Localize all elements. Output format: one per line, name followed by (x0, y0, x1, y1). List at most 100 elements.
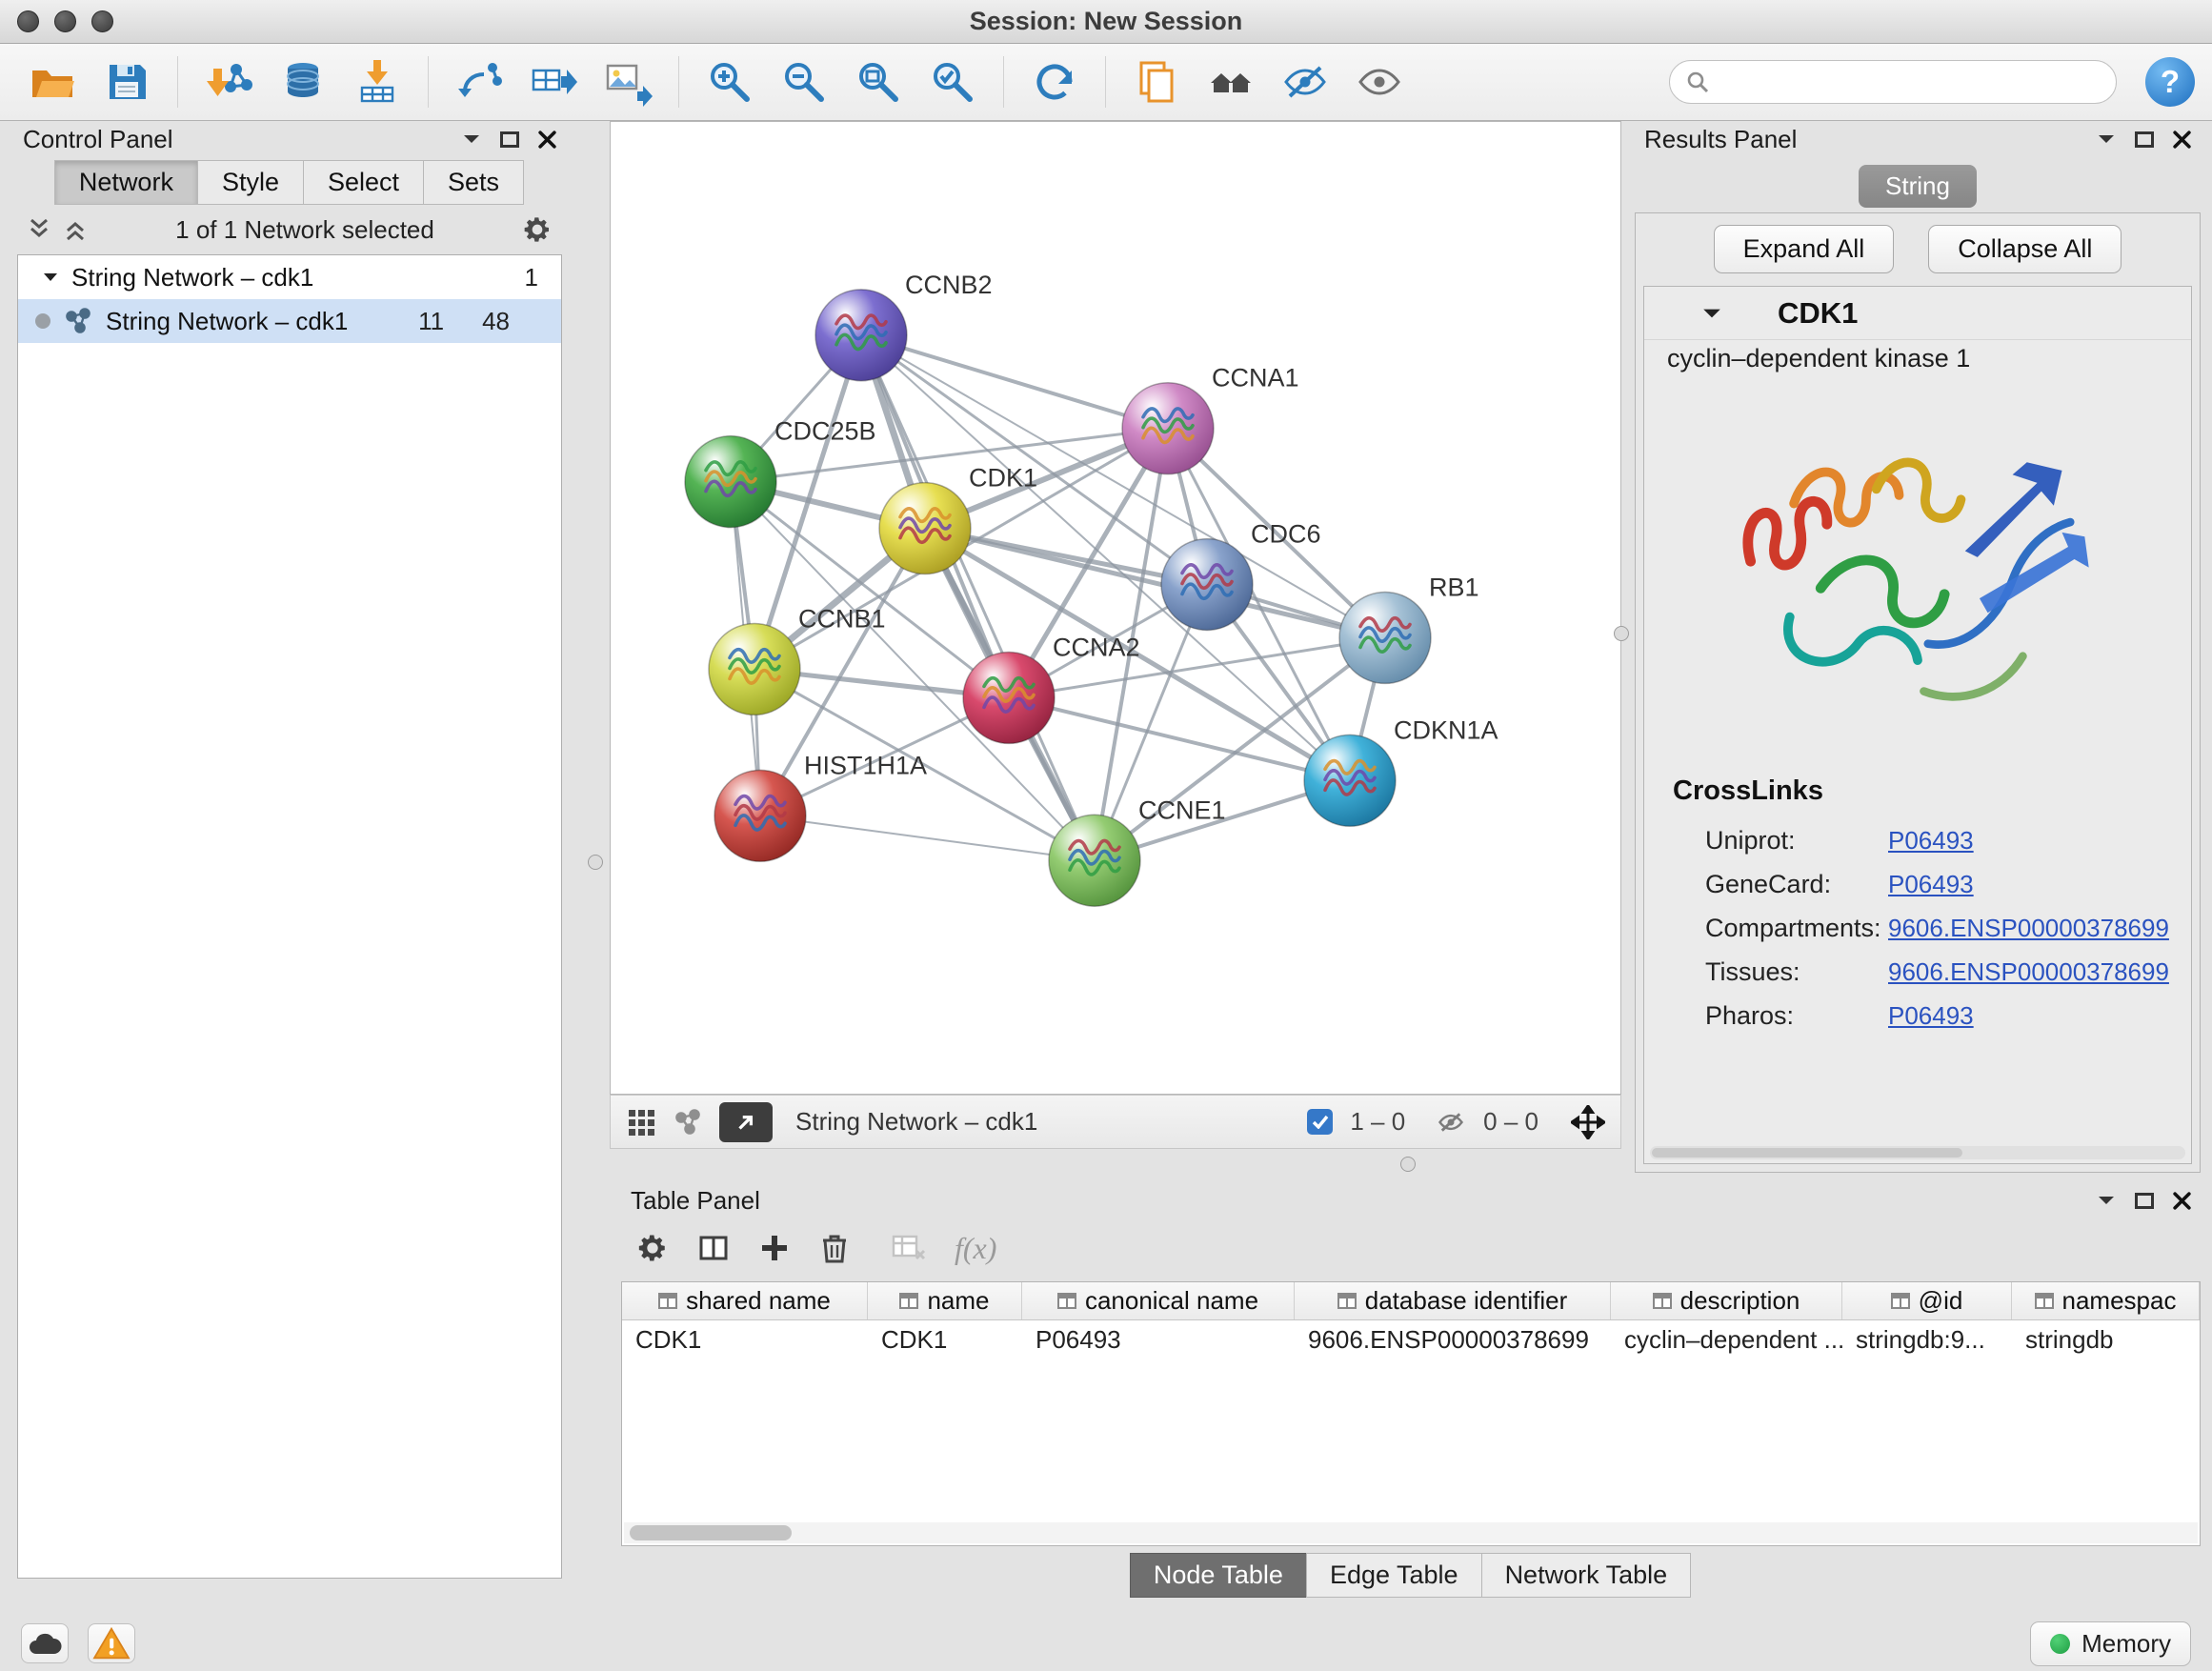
column-header[interactable]: shared name (622, 1282, 868, 1319)
panel-menu-icon[interactable] (462, 133, 481, 145)
birdseye-grid-icon[interactable] (626, 1107, 656, 1137)
expand-all-button[interactable]: Expand All (1714, 225, 1895, 273)
help-button[interactable]: ? (2145, 57, 2195, 107)
network-node-ccna1[interactable]: CCNA1 (1122, 364, 1298, 474)
cell-description[interactable]: cyclin–dependent ... (1611, 1320, 1842, 1359)
tab-select[interactable]: Select (303, 160, 424, 205)
import-network-database-button[interactable] (268, 51, 338, 112)
collection-disclosure-icon[interactable] (43, 272, 58, 283)
cell-database-identifier[interactable]: 9606.ENSP00000378699 (1295, 1320, 1611, 1359)
zoom-fit-button[interactable] (843, 51, 914, 112)
selected-nodes-checkbox[interactable] (1307, 1109, 1333, 1135)
save-session-button[interactable] (91, 51, 162, 112)
right-splitter-handle[interactable] (1614, 626, 1629, 641)
tab-network[interactable]: Network (54, 160, 198, 205)
cell-name[interactable]: CDK1 (868, 1320, 1022, 1359)
network-collection-row[interactable]: String Network – cdk1 1 (18, 255, 561, 299)
panel-close-icon[interactable] (2173, 1192, 2191, 1210)
tab-sets[interactable]: Sets (423, 160, 524, 205)
delete-column-trash-icon[interactable] (819, 1232, 850, 1264)
memory-button[interactable]: Memory (2030, 1621, 2191, 1666)
home-button[interactable] (1196, 51, 1266, 112)
column-header[interactable]: database identifier (1295, 1282, 1611, 1319)
panel-close-icon[interactable] (538, 131, 556, 149)
column-header[interactable]: namespac (2012, 1282, 2200, 1319)
import-network-file-button[interactable] (193, 51, 264, 112)
search-box[interactable] (1669, 60, 2117, 104)
hide-graphics-button[interactable] (1270, 51, 1340, 112)
uniprot-link[interactable]: P06493 (1888, 826, 1974, 856)
network-node-ccne1[interactable]: CCNE1 (1049, 795, 1225, 906)
network-row-selected[interactable]: String Network – cdk1 11 48 (18, 299, 561, 343)
collapse-tree-icon[interactable] (63, 217, 88, 242)
cell-shared-name[interactable]: CDK1 (622, 1320, 868, 1359)
export-image-button[interactable] (593, 51, 663, 112)
table-horizontal-scrollbar[interactable] (624, 1522, 2198, 1543)
network-graph[interactable]: CCNB2CCNA1CDC25BCDK1CDC6RB1CCNB1CCNA2CDK… (611, 122, 1620, 1094)
import-table-button[interactable] (342, 51, 412, 112)
tab-network-table[interactable]: Network Table (1481, 1553, 1692, 1598)
panel-close-icon[interactable] (2173, 131, 2191, 149)
network-node-cdkn1a[interactable]: CDKN1A (1304, 715, 1498, 826)
tissues-link[interactable]: 9606.ENSP00000378699 (1888, 957, 2169, 987)
apply-layout-button[interactable] (1019, 51, 1090, 112)
panel-menu-icon[interactable] (2097, 1195, 2116, 1206)
pharos-link[interactable]: P06493 (1888, 1001, 1974, 1031)
hidden-items-icon[interactable] (1436, 1108, 1466, 1137)
close-window-button[interactable] (17, 10, 39, 32)
function-builder-button[interactable]: f(x) (955, 1231, 996, 1266)
column-header[interactable]: description (1611, 1282, 1842, 1319)
network-edges[interactable] (731, 335, 1385, 860)
panel-float-icon[interactable] (2135, 131, 2154, 148)
tab-node-table[interactable]: Node Table (1130, 1553, 1307, 1598)
detach-view-button[interactable] (719, 1102, 773, 1142)
network-node-ccnb1[interactable]: CCNB1 (709, 604, 885, 715)
network-node-cdc6[interactable]: CDC6 (1161, 520, 1320, 631)
protein-card-header[interactable]: CDK1 (1644, 287, 2191, 340)
results-horizontal-scrollbar[interactable] (1650, 1146, 2185, 1159)
search-input[interactable] (1719, 68, 2101, 97)
table-row[interactable]: CDK1 CDK1 P06493 9606.ENSP00000378699 cy… (622, 1320, 2200, 1359)
network-node-rb1[interactable]: RB1 (1339, 574, 1478, 684)
export-network-button[interactable] (518, 51, 589, 112)
collapse-all-button[interactable]: Collapse All (1928, 225, 2122, 273)
compartments-link[interactable]: 9606.ENSP00000378699 (1888, 914, 2169, 943)
cell-canonical-name[interactable]: P06493 (1022, 1320, 1295, 1359)
zoom-selected-button[interactable] (917, 51, 988, 112)
tab-edge-table[interactable]: Edge Table (1306, 1553, 1482, 1598)
minimize-window-button[interactable] (54, 10, 76, 32)
expand-tree-icon[interactable] (27, 217, 51, 242)
panel-float-icon[interactable] (2135, 1193, 2154, 1209)
network-options-gear-icon[interactable] (522, 214, 553, 245)
add-column-icon[interactable] (758, 1232, 791, 1264)
column-header[interactable]: canonical name (1022, 1282, 1295, 1319)
scrollbar-thumb[interactable] (630, 1525, 792, 1540)
cell-namespace[interactable]: stringdb (2012, 1320, 2200, 1359)
horizontal-splitter-handle[interactable] (1400, 1157, 1416, 1172)
left-splitter-handle[interactable] (588, 855, 603, 870)
table-settings-gear-icon[interactable] (636, 1232, 669, 1264)
zoom-in-button[interactable] (694, 51, 765, 112)
panel-float-icon[interactable] (500, 131, 519, 148)
zoom-out-button[interactable] (769, 51, 839, 112)
pan-crosshair-icon[interactable] (1571, 1105, 1605, 1139)
copy-document-button[interactable] (1121, 51, 1192, 112)
warnings-button[interactable] (88, 1623, 135, 1663)
tab-string[interactable]: String (1859, 165, 1977, 208)
open-session-button[interactable] (17, 51, 88, 112)
show-graphics-button[interactable] (1344, 51, 1415, 112)
new-network-button[interactable] (444, 51, 514, 112)
column-header[interactable]: @id (1842, 1282, 2012, 1319)
panel-menu-icon[interactable] (2097, 133, 2116, 145)
network-node-hist1h1a[interactable]: HIST1H1A (714, 751, 927, 861)
zoom-window-button[interactable] (91, 10, 113, 32)
tab-style[interactable]: Style (197, 160, 304, 205)
network-canvas[interactable]: CCNB2CCNA1CDC25BCDK1CDC6RB1CCNB1CCNA2CDK… (610, 121, 1621, 1095)
genecard-link[interactable]: P06493 (1888, 870, 1974, 899)
cell-id[interactable]: stringdb:9... (1842, 1320, 2012, 1359)
show-columns-icon[interactable] (697, 1232, 730, 1264)
column-header[interactable]: name (868, 1282, 1022, 1319)
collapse-section-icon[interactable] (1701, 307, 1722, 320)
network-share-icon[interactable] (674, 1109, 702, 1136)
cloud-status-button[interactable] (21, 1623, 69, 1663)
